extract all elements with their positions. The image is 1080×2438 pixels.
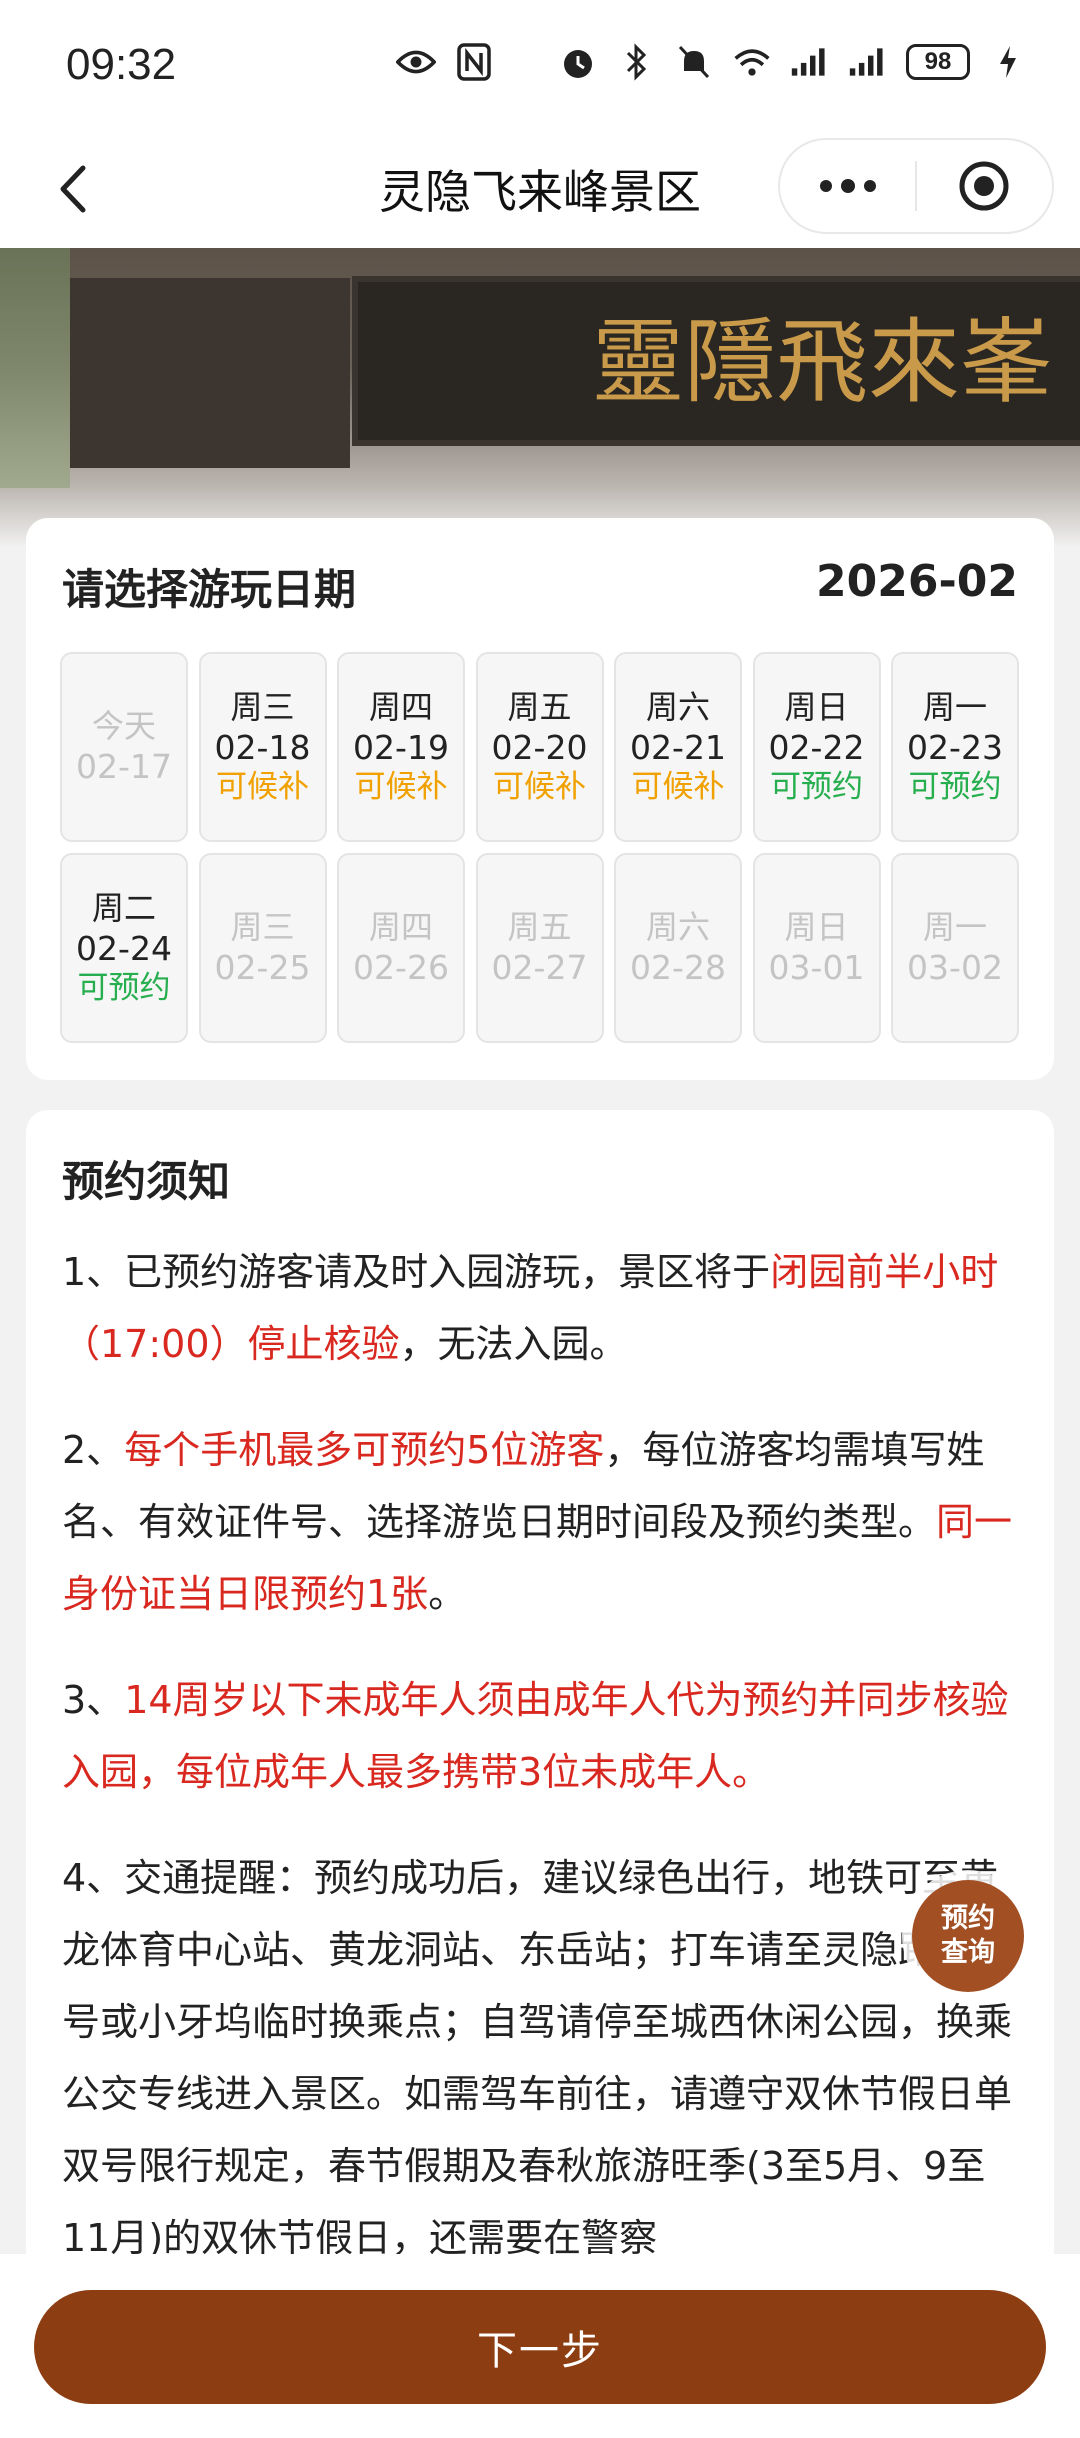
date-status: 可候补 xyxy=(216,769,309,806)
date-cell: 周四 02-26 xyxy=(337,853,465,1043)
notice-card: 预约须知 1、已预约游客请及时入园游玩，景区将于闭园前半小时（17:00）停止核… xyxy=(26,1110,1054,2438)
date-status: 可候补 xyxy=(493,769,586,806)
signal-icon xyxy=(790,42,830,82)
signal-icon-2 xyxy=(848,42,888,82)
bluetooth-icon xyxy=(616,42,656,82)
status-bar: 09:32 98 xyxy=(0,0,1080,130)
date-picker-title: 请选择游玩日期 xyxy=(62,565,357,614)
notice-text: 3、 xyxy=(62,1678,125,1722)
more-dots-icon xyxy=(819,179,876,193)
date-status: 可候补 xyxy=(354,769,448,806)
nav-bar: 灵隐飞来峰景区 xyxy=(0,130,1080,248)
miniapp-capsule xyxy=(778,138,1054,234)
date-weekday: 周三 xyxy=(230,908,295,947)
date-weekday: 周一 xyxy=(922,908,987,947)
status-icons-right: 98 xyxy=(558,42,1028,82)
close-miniapp-button[interactable] xyxy=(917,140,1052,232)
charging-icon xyxy=(988,42,1028,82)
date-cell[interactable]: 周四 02-19 可候补 xyxy=(337,652,465,842)
notice-text: 1、已预约游客请及时入园游玩，景区将于 xyxy=(62,1250,771,1294)
date-value: 02-27 xyxy=(491,948,588,988)
query-label-line2: 查询 xyxy=(941,1937,995,1968)
date-value: 02-24 xyxy=(76,929,172,968)
date-cell: 周三 02-25 xyxy=(198,853,327,1043)
date-cell: 周六 02-28 xyxy=(614,853,742,1043)
query-label-line1: 预约 xyxy=(941,1903,995,1934)
battery-indicator: 98 xyxy=(906,44,970,80)
date-value: 02-19 xyxy=(353,728,449,767)
date-weekday: 周二 xyxy=(91,889,156,927)
date-cell[interactable]: 周三 02-18 可候补 xyxy=(198,652,327,842)
date-status: 可预约 xyxy=(908,769,1002,806)
date-cell[interactable]: 周日 02-22 可预约 xyxy=(752,652,881,842)
date-weekday: 周六 xyxy=(645,908,710,947)
date-grid: 今天 02-17 周三 02-18 可候补 周四 02-19 可候补 周五 02-20 可候补 周六 0… xyxy=(60,652,1019,1043)
notice-title: 预约须知 xyxy=(62,1157,231,1206)
notice-text: 2、 xyxy=(62,1428,125,1472)
banner-plaque: 靈隱飛來峯 xyxy=(352,276,1080,446)
mute-bell-icon xyxy=(674,42,714,82)
date-status: 可预约 xyxy=(77,970,171,1007)
current-month: 2026-02 xyxy=(816,556,1018,607)
date-value: 03-02 xyxy=(907,948,1003,988)
date-cell: 周五 02-27 xyxy=(475,853,604,1043)
date-weekday: 周一 xyxy=(922,688,987,726)
reservation-query-button[interactable]: 预约 查询 xyxy=(912,1880,1024,1992)
date-value: 02-22 xyxy=(768,728,865,767)
date-weekday: 周日 xyxy=(784,688,849,726)
target-circle-icon xyxy=(959,161,1009,211)
date-value: 02-23 xyxy=(907,728,1003,767)
date-cell: 周一 03-02 xyxy=(891,853,1019,1043)
nfc-icon xyxy=(454,42,494,82)
plaque-calligraphy: 靈隱飛來峯 xyxy=(592,309,1052,416)
date-cell[interactable]: 周二 02-24 可预约 xyxy=(60,853,188,1043)
notice-item: 1、已预约游客请及时入园游玩，景区将于闭园前半小时（17:00）停止核验，无法入… xyxy=(62,1236,1022,1380)
eye-icon xyxy=(396,42,436,82)
notice-item: 4、交通提醒：预约成功后，建议绿色出行，地铁可至黄龙体育中心站、黄龙洞站、东岳站… xyxy=(62,1842,1022,2274)
date-picker-card: 请选择游玩日期 2026-02 今天 02-17 周三 02-18 可候补 周四 02-19… xyxy=(26,518,1054,1080)
date-status: 可预约 xyxy=(770,769,863,806)
date-value: 02-18 xyxy=(214,728,311,767)
date-weekday: 今天 xyxy=(91,707,156,746)
date-value: 02-17 xyxy=(76,747,172,787)
date-value: 02-28 xyxy=(630,948,726,988)
notice-highlight: 14周岁以下未成年人须由成年人代为预约并同步核验入园，每位成年人最多携带3位未成… xyxy=(62,1678,1009,1794)
date-weekday: 周五 xyxy=(507,908,572,947)
date-value: 02-25 xyxy=(214,948,311,988)
date-value: 02-26 xyxy=(353,948,449,988)
notice-item: 3、14周岁以下未成年人须由成年人代为预约并同步核验入园，每位成年人最多携带3位… xyxy=(62,1664,1022,1808)
status-time: 09:32 xyxy=(66,40,177,89)
plaque-text: 靈隱飛來峯 xyxy=(592,309,1052,416)
date-weekday: 周四 xyxy=(368,908,433,947)
date-cell[interactable]: 周五 02-20 可候补 xyxy=(475,652,604,842)
notice-body: 1、已预约游客请及时入园游玩，景区将于闭园前半小时（17:00）停止核验，无法入… xyxy=(62,1236,1022,2308)
date-weekday: 周六 xyxy=(645,688,710,726)
notice-highlight: 每个手机最多可预约5位游客 xyxy=(124,1428,605,1472)
wifi-icon xyxy=(732,42,772,82)
notice-text: 。 xyxy=(428,1572,467,1616)
date-weekday: 周三 xyxy=(230,688,295,726)
date-cell[interactable]: 周一 02-23 可预约 xyxy=(891,652,1019,842)
bottom-bar: 下一步 xyxy=(0,2254,1080,2438)
date-value: 02-20 xyxy=(491,728,588,767)
notice-item: 2、每个手机最多可预约5位游客，每位游客均需填写姓名、有效证件号、选择游览日期时… xyxy=(62,1414,1022,1630)
more-button[interactable] xyxy=(780,140,915,232)
date-value: 02-21 xyxy=(630,728,726,767)
scenic-banner: 靈隱飛來峯 xyxy=(0,248,1080,548)
notice-text: ，无法入园。 xyxy=(399,1322,628,1366)
date-cell[interactable]: 周六 02-21 可候补 xyxy=(614,652,742,842)
date-weekday: 周日 xyxy=(784,908,849,947)
date-weekday: 周五 xyxy=(507,688,572,726)
date-cell: 周日 03-01 xyxy=(752,853,881,1043)
date-status: 可候补 xyxy=(631,769,725,806)
alarm-icon xyxy=(558,42,598,82)
date-value: 03-01 xyxy=(768,948,865,988)
notice-text: 4、交通提醒：预约成功后，建议绿色出行，地铁可至黄龙体育中心站、黄龙洞站、东岳站… xyxy=(62,1856,1021,2260)
date-weekday: 周四 xyxy=(368,688,433,726)
status-icons-left xyxy=(396,42,494,82)
banner-tree xyxy=(0,248,70,488)
banner-frame xyxy=(70,278,350,468)
next-step-button[interactable]: 下一步 xyxy=(34,2290,1046,2404)
date-cell: 今天 02-17 xyxy=(60,652,188,842)
